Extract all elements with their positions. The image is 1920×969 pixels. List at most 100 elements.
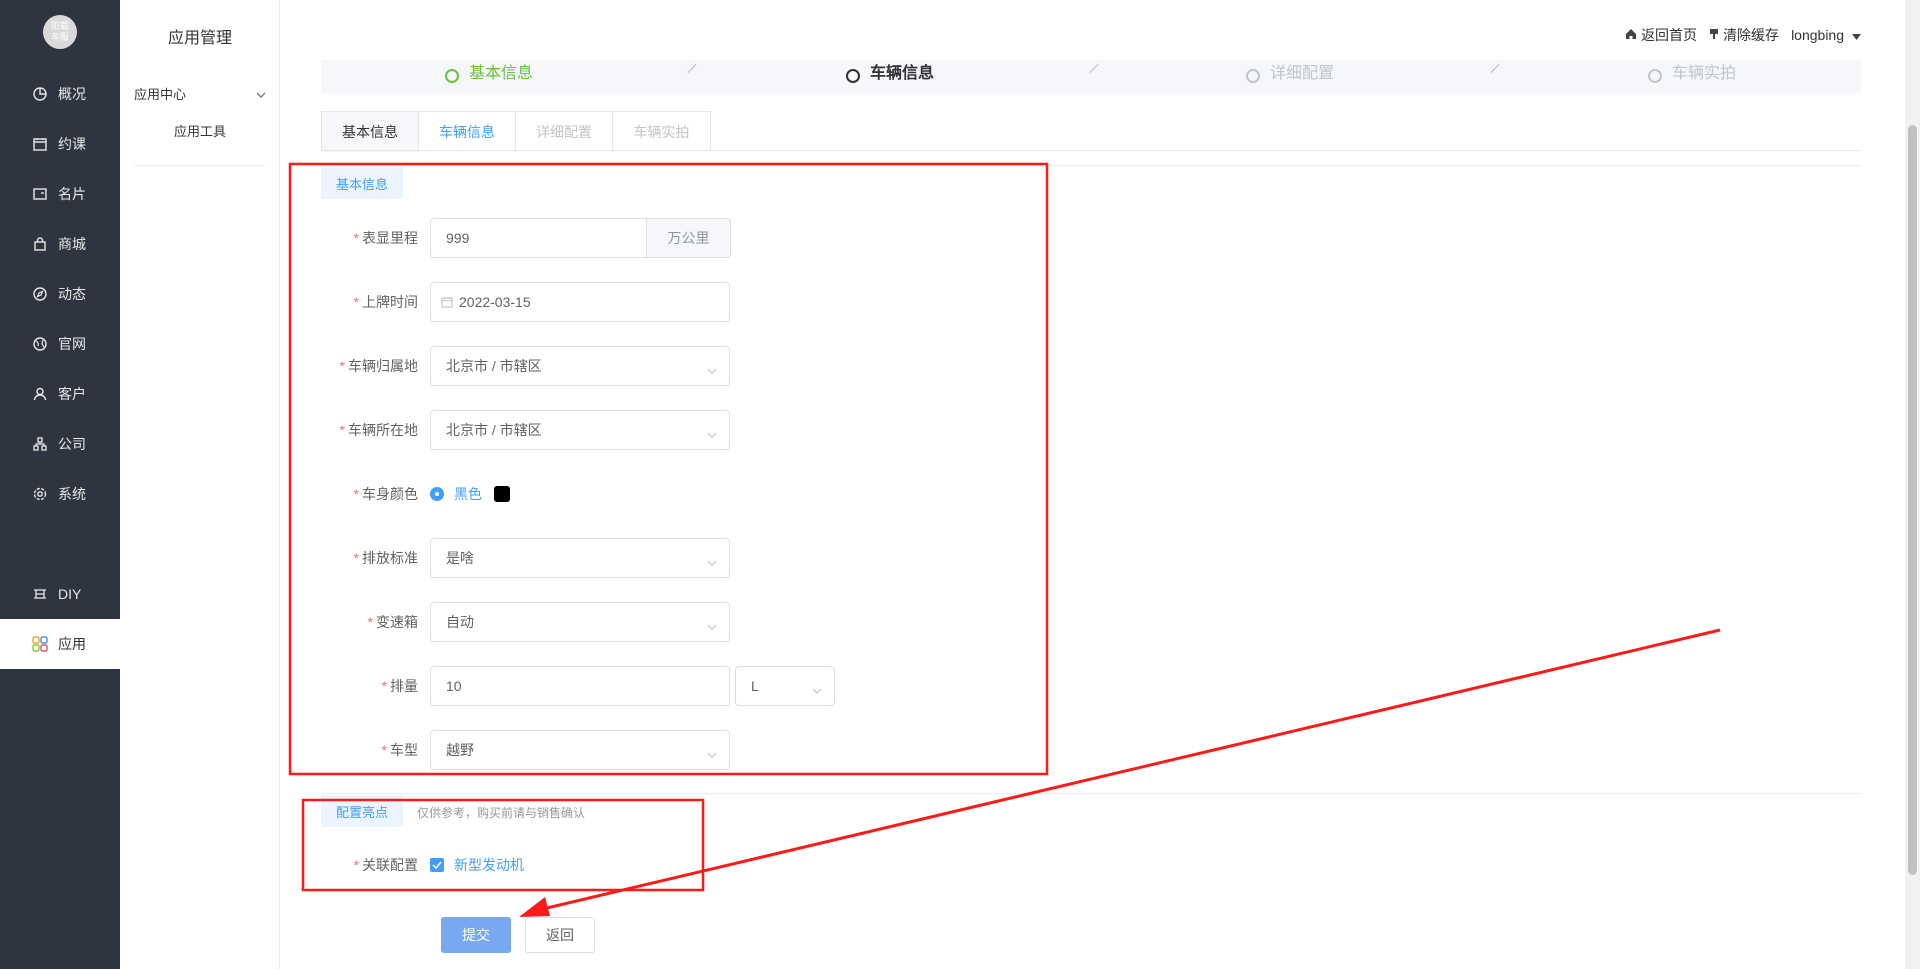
brand-logo[interactable]: 阳载 车贩	[43, 15, 77, 49]
step-basic-info: 基本信息	[445, 60, 533, 83]
location-value: 北京市 / 市辖区	[446, 422, 542, 438]
scrollbar-thumb[interactable]	[1908, 125, 1917, 875]
form-tabs: 基本信息 车辆信息 详细配置 车辆实拍	[321, 111, 711, 152]
form-row-gearbox: * 变速箱 自动	[321, 602, 730, 642]
step-label: 车辆信息	[870, 65, 935, 82]
nav-item-mall[interactable]: 商城	[0, 219, 120, 269]
field-label: * 车辆所在地	[339, 422, 418, 438]
home-link-label: 返回首页	[1641, 27, 1698, 43]
section-divider	[321, 165, 1861, 166]
linked-config-option: 新型发动机	[454, 857, 524, 873]
tab-basic-info[interactable]: 基本信息	[322, 112, 419, 152]
nav-item-diy[interactable]: DIY	[0, 569, 120, 619]
nav-item-feed[interactable]: 动态	[0, 269, 120, 319]
step-circle-icon	[1246, 69, 1260, 83]
home-city-cascader[interactable]: 北京市 / 市辖区	[430, 346, 730, 386]
step-separator	[687, 63, 697, 74]
globe-icon	[32, 336, 48, 352]
emission-select[interactable]: 是啥	[430, 538, 730, 578]
clear-cache-link[interactable]: 清除缓存	[1709, 25, 1779, 45]
nav-label: 动态	[58, 286, 86, 302]
linked-config-checkbox[interactable]: 新型发动机	[430, 855, 524, 875]
card-icon	[32, 186, 48, 202]
submit-button[interactable]: 提交	[441, 917, 511, 953]
home-city-value: 北京市 / 市辖区	[446, 358, 542, 374]
color-radio-black[interactable]: 黑色	[430, 484, 482, 504]
home-icon	[1625, 27, 1641, 43]
submenu-title: 应用管理	[167, 30, 232, 47]
user-menu[interactable]: longbing	[1791, 27, 1865, 43]
submenu-group-label: 应用中心	[134, 87, 187, 102]
displacement-unit-select[interactable]: L	[735, 666, 835, 706]
tab-vehicle-photos[interactable]: 车辆实拍	[613, 112, 710, 152]
home-link[interactable]: 返回首页	[1625, 25, 1697, 45]
clear-cache-label: 清除缓存	[1723, 27, 1780, 43]
field-label: * 车型	[381, 742, 418, 758]
chevron-down-icon	[707, 553, 717, 569]
step-detail-config: 详细配置	[1246, 60, 1334, 83]
displacement-input[interactable]: 10	[430, 666, 730, 706]
nav-label: 应用	[58, 636, 86, 652]
nav-item-website[interactable]: 官网	[0, 319, 120, 369]
nav-label: 名片	[58, 186, 86, 202]
step-separator	[1490, 63, 1500, 74]
apps-icon	[32, 636, 48, 652]
step-circle-icon	[1648, 69, 1662, 83]
location-cascader[interactable]: 北京市 / 市辖区	[430, 410, 730, 450]
nav-item-customer[interactable]: 客户	[0, 369, 120, 419]
step-separator	[1089, 63, 1099, 74]
submenu-item-app-tools[interactable]: 应用工具	[120, 121, 280, 140]
field-label: * 车身颜色	[353, 486, 418, 502]
field-label: * 表显里程	[353, 230, 418, 246]
nav-item-booking[interactable]: 约课	[0, 119, 120, 169]
reg-date-picker[interactable]: 2022-03-15	[430, 282, 730, 322]
nav-label: DIY	[58, 586, 82, 602]
calendar-icon	[441, 296, 453, 308]
mileage-input[interactable]: 999	[430, 218, 647, 258]
checkmark-icon	[430, 858, 444, 872]
check-circle-icon	[445, 69, 459, 83]
field-label: * 车辆归属地	[339, 358, 418, 374]
compass-icon	[32, 286, 48, 302]
chevron-down-icon	[812, 681, 822, 697]
nav-label: 系统	[58, 486, 86, 502]
field-label: * 变速箱	[367, 614, 418, 630]
gearbox-select[interactable]: 自动	[430, 602, 730, 642]
submenu-divider	[134, 165, 266, 166]
steps-bar: 基本信息 车辆信息 详细配置 车辆实拍	[321, 60, 1861, 93]
user-name: longbing	[1791, 27, 1844, 43]
nav-label: 公司	[58, 436, 86, 452]
field-label: * 排放标准	[353, 550, 418, 566]
radio-dot	[430, 487, 444, 501]
nav-item-system[interactable]: 系统	[0, 469, 120, 519]
form-row-emission: * 排放标准 是啥	[321, 538, 730, 578]
nav-label: 商城	[58, 236, 86, 252]
model-select[interactable]: 越野	[430, 730, 730, 770]
form-row-linked-config: * 关联配置 新型发动机	[321, 845, 524, 885]
user-icon	[32, 386, 48, 402]
chevron-down-icon	[707, 745, 717, 761]
form-row-location: * 车辆所在地 北京市 / 市辖区	[321, 410, 730, 450]
shopping-bag-icon	[32, 236, 48, 252]
chevron-down-icon	[707, 617, 717, 633]
nav-item-card[interactable]: 名片	[0, 169, 120, 219]
nav-item-overview[interactable]: 概况	[0, 69, 120, 119]
nav-item-company[interactable]: 公司	[0, 419, 120, 469]
submenu-group-app-center[interactable]: 应用中心	[134, 84, 266, 103]
form-row-home-city: * 车辆归属地 北京市 / 市辖区	[321, 346, 730, 386]
step-label: 基本信息	[469, 65, 534, 82]
model-value: 越野	[446, 742, 474, 758]
caret-down-icon	[1852, 27, 1865, 43]
brush-icon	[1709, 27, 1723, 43]
step-vehicle-info: 车辆信息	[846, 60, 934, 83]
nav-item-apps[interactable]: 应用	[0, 619, 120, 669]
form-row-displacement: * 排量 10 L	[321, 666, 835, 706]
tab-detail-config[interactable]: 详细配置	[516, 112, 613, 152]
org-chart-icon	[32, 436, 48, 452]
tab-vehicle-info[interactable]: 车辆信息	[419, 112, 516, 152]
gear-icon	[32, 486, 48, 502]
back-button[interactable]: 返回	[525, 917, 595, 953]
chevron-down-icon	[707, 361, 717, 377]
form-row-model: * 车型 越野	[321, 730, 730, 770]
emission-value: 是啥	[446, 550, 474, 566]
